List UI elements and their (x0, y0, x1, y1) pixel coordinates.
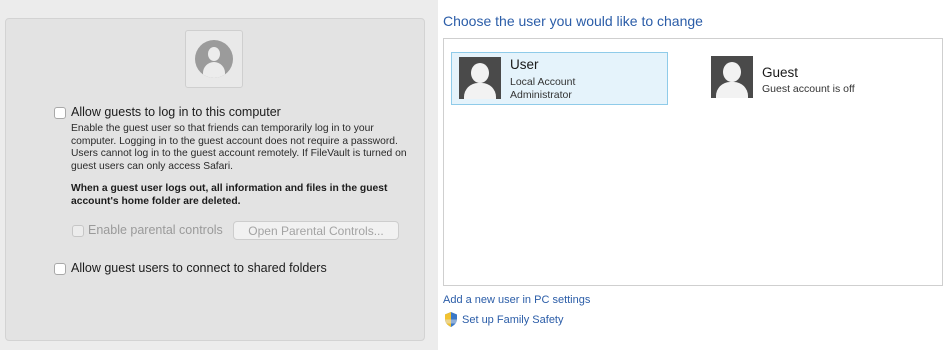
user-silhouette-icon (195, 40, 233, 78)
uac-shield-icon (445, 312, 457, 327)
user-tile-guest[interactable]: Guest Guest account is off (704, 52, 921, 105)
guest-warning: When a guest user logs out, all informat… (71, 183, 388, 207)
guest-status: Guest account is off (762, 83, 855, 95)
allow-guests-checkbox[interactable] (54, 107, 66, 119)
parental-controls-checkbox[interactable] (72, 225, 84, 237)
parental-controls-label[interactable]: Enable parental controls (88, 223, 223, 237)
guest-description: Enable the guest user so that friends ca… (71, 123, 407, 172)
allow-guests-label[interactable]: Allow guests to log in to this computer (71, 105, 281, 119)
user-tile-icon (459, 57, 501, 99)
user-name: User (510, 57, 539, 72)
user-tile-icon (711, 56, 753, 98)
open-parental-controls-button[interactable]: Open Parental Controls... (233, 221, 399, 240)
guest-avatar (185, 30, 243, 88)
add-user-link[interactable]: Add a new user in PC settings (443, 294, 590, 306)
shared-folders-label[interactable]: Allow guest users to connect to shared f… (71, 261, 327, 275)
user-tile-user[interactable]: User Local Account Administrator (451, 52, 668, 105)
user-name: Guest (762, 65, 799, 80)
user-role: Administrator (510, 89, 572, 101)
user-account-type: Local Account (510, 76, 576, 88)
page-title: Choose the user you would like to change (443, 13, 703, 29)
family-safety-link[interactable]: Set up Family Safety (462, 314, 564, 326)
user-list: User Local Account Administrator Guest G… (443, 38, 943, 286)
shared-folders-checkbox[interactable] (54, 263, 66, 275)
